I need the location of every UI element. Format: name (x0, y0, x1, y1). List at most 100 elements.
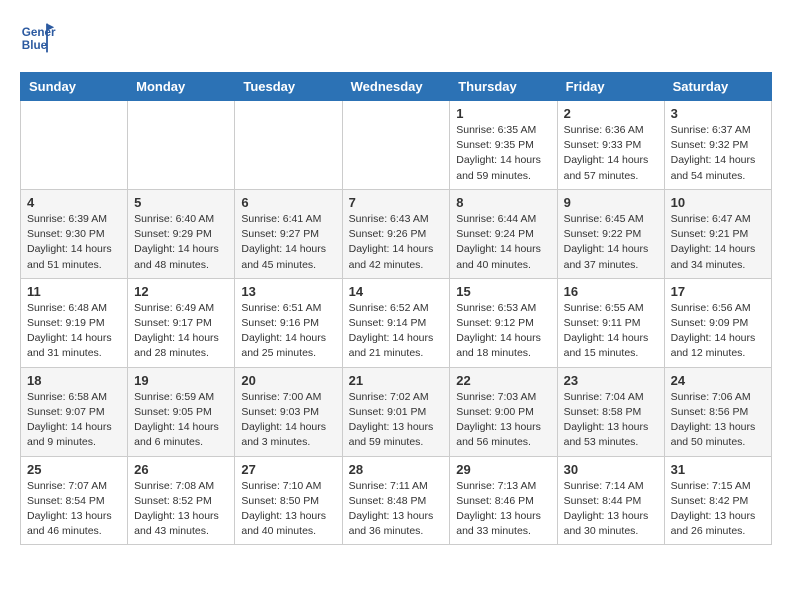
day-number: 18 (27, 373, 121, 388)
day-info: Sunrise: 6:47 AM Sunset: 9:21 PM Dayligh… (671, 212, 765, 273)
day-info: Sunrise: 6:48 AM Sunset: 9:19 PM Dayligh… (27, 301, 121, 362)
calendar-cell: 18 Sunrise: 6:58 AM Sunset: 9:07 PM Dayli… (21, 367, 128, 456)
day-number: 10 (671, 195, 765, 210)
day-info: Sunrise: 6:51 AM Sunset: 9:16 PM Dayligh… (241, 301, 335, 362)
day-number: 30 (564, 462, 658, 477)
day-info: Sunrise: 6:59 AM Sunset: 9:05 PM Dayligh… (134, 390, 228, 451)
weekday-header-thursday: Thursday (450, 73, 557, 101)
calendar-cell: 22 Sunrise: 7:03 AM Sunset: 9:00 PM Dayli… (450, 367, 557, 456)
day-info: Sunrise: 6:39 AM Sunset: 9:30 PM Dayligh… (27, 212, 121, 273)
day-number: 25 (27, 462, 121, 477)
day-info: Sunrise: 6:37 AM Sunset: 9:32 PM Dayligh… (671, 123, 765, 184)
day-number: 21 (349, 373, 444, 388)
calendar-cell: 15Sunrise: 6:53 AM Sunset: 9:12 PM Dayli… (450, 278, 557, 367)
calendar-cell: 27Sunrise: 7:10 AM Sunset: 8:50 PM Dayli… (235, 456, 342, 545)
day-number: 9 (564, 195, 658, 210)
calendar-cell: 11 Sunrise: 6:48 AM Sunset: 9:19 PM Dayli… (21, 278, 128, 367)
calendar-cell: 10 Sunrise: 6:47 AM Sunset: 9:21 PM Dayli… (664, 189, 771, 278)
calendar-cell: 30 Sunrise: 7:14 AM Sunset: 8:44 PM Dayli… (557, 456, 664, 545)
day-number: 23 (564, 373, 658, 388)
day-info: Sunrise: 7:04 AM Sunset: 8:58 PM Dayligh… (564, 390, 658, 451)
day-info: Sunrise: 6:41 AM Sunset: 9:27 PM Dayligh… (241, 212, 335, 273)
day-info: Sunrise: 7:02 AM Sunset: 9:01 PM Dayligh… (349, 390, 444, 451)
calendar-cell: 17 Sunrise: 6:56 AM Sunset: 9:09 PM Dayli… (664, 278, 771, 367)
calendar-cell: 20Sunrise: 7:00 AM Sunset: 9:03 PM Dayli… (235, 367, 342, 456)
day-number: 31 (671, 462, 765, 477)
day-number: 7 (349, 195, 444, 210)
day-number: 26 (134, 462, 228, 477)
calendar-cell: 23 Sunrise: 7:04 AM Sunset: 8:58 PM Dayli… (557, 367, 664, 456)
day-info: Sunrise: 6:36 AM Sunset: 9:33 PM Dayligh… (564, 123, 658, 184)
calendar-cell: 24 Sunrise: 7:06 AM Sunset: 8:56 PM Dayli… (664, 367, 771, 456)
day-info: Sunrise: 6:44 AM Sunset: 9:24 PM Dayligh… (456, 212, 550, 273)
calendar-cell (21, 101, 128, 190)
calendar-week-4: 18 Sunrise: 6:58 AM Sunset: 9:07 PM Dayli… (21, 367, 772, 456)
day-number: 3 (671, 106, 765, 121)
day-number: 12 (134, 284, 228, 299)
calendar-cell: 21 Sunrise: 7:02 AM Sunset: 9:01 PM Dayli… (342, 367, 450, 456)
day-number: 6 (241, 195, 335, 210)
day-number: 16 (564, 284, 658, 299)
day-number: 11 (27, 284, 121, 299)
calendar-week-1: 1Sunrise: 6:35 AM Sunset: 9:35 PM Daylig… (21, 101, 772, 190)
day-info: Sunrise: 6:52 AM Sunset: 9:14 PM Dayligh… (349, 301, 444, 362)
weekday-header-friday: Friday (557, 73, 664, 101)
calendar-cell: 9 Sunrise: 6:45 AM Sunset: 9:22 PM Daylig… (557, 189, 664, 278)
day-info: Sunrise: 6:40 AM Sunset: 9:29 PM Dayligh… (134, 212, 228, 273)
weekday-header-monday: Monday (128, 73, 235, 101)
day-number: 4 (27, 195, 121, 210)
calendar-cell: 12 Sunrise: 6:49 AM Sunset: 9:17 PM Dayli… (128, 278, 235, 367)
day-info: Sunrise: 6:56 AM Sunset: 9:09 PM Dayligh… (671, 301, 765, 362)
day-number: 2 (564, 106, 658, 121)
calendar-cell (128, 101, 235, 190)
calendar-cell: 25 Sunrise: 7:07 AM Sunset: 8:54 PM Dayli… (21, 456, 128, 545)
page-header: General Blue (20, 20, 772, 56)
day-number: 1 (456, 106, 550, 121)
calendar-cell: 7 Sunrise: 6:43 AM Sunset: 9:26 PM Daylig… (342, 189, 450, 278)
calendar-cell: 13Sunrise: 6:51 AM Sunset: 9:16 PM Dayli… (235, 278, 342, 367)
calendar-cell: 31 Sunrise: 7:15 AM Sunset: 8:42 PM Dayli… (664, 456, 771, 545)
logo-icon: General Blue (20, 20, 56, 56)
day-info: Sunrise: 7:07 AM Sunset: 8:54 PM Dayligh… (27, 479, 121, 540)
calendar-cell: 8 Sunrise: 6:44 AM Sunset: 9:24 PM Daylig… (450, 189, 557, 278)
calendar-header-row: SundayMondayTuesdayWednesdayThursdayFrid… (21, 73, 772, 101)
day-number: 8 (456, 195, 550, 210)
day-info: Sunrise: 6:49 AM Sunset: 9:17 PM Dayligh… (134, 301, 228, 362)
calendar-cell: 14 Sunrise: 6:52 AM Sunset: 9:14 PM Dayli… (342, 278, 450, 367)
calendar-cell: 4 Sunrise: 6:39 AM Sunset: 9:30 PM Daylig… (21, 189, 128, 278)
day-number: 29 (456, 462, 550, 477)
day-number: 22 (456, 373, 550, 388)
calendar-week-5: 25 Sunrise: 7:07 AM Sunset: 8:54 PM Dayli… (21, 456, 772, 545)
calendar-week-2: 4 Sunrise: 6:39 AM Sunset: 9:30 PM Daylig… (21, 189, 772, 278)
calendar-cell: 29 Sunrise: 7:13 AM Sunset: 8:46 PM Dayli… (450, 456, 557, 545)
calendar-cell: 3 Sunrise: 6:37 AM Sunset: 9:32 PM Daylig… (664, 101, 771, 190)
calendar-cell: 16 Sunrise: 6:55 AM Sunset: 9:11 PM Dayli… (557, 278, 664, 367)
day-number: 28 (349, 462, 444, 477)
day-info: Sunrise: 7:13 AM Sunset: 8:46 PM Dayligh… (456, 479, 550, 540)
day-info: Sunrise: 7:08 AM Sunset: 8:52 PM Dayligh… (134, 479, 228, 540)
calendar-cell (342, 101, 450, 190)
day-info: Sunrise: 7:14 AM Sunset: 8:44 PM Dayligh… (564, 479, 658, 540)
calendar-cell: 19Sunrise: 6:59 AM Sunset: 9:05 PM Dayli… (128, 367, 235, 456)
day-number: 17 (671, 284, 765, 299)
day-info: Sunrise: 6:58 AM Sunset: 9:07 PM Dayligh… (27, 390, 121, 451)
day-number: 14 (349, 284, 444, 299)
weekday-header-wednesday: Wednesday (342, 73, 450, 101)
day-info: Sunrise: 6:55 AM Sunset: 9:11 PM Dayligh… (564, 301, 658, 362)
calendar-cell: 1Sunrise: 6:35 AM Sunset: 9:35 PM Daylig… (450, 101, 557, 190)
weekday-header-saturday: Saturday (664, 73, 771, 101)
day-info: Sunrise: 7:03 AM Sunset: 9:00 PM Dayligh… (456, 390, 550, 451)
logo: General Blue (20, 20, 60, 56)
day-number: 24 (671, 373, 765, 388)
calendar-week-3: 11 Sunrise: 6:48 AM Sunset: 9:19 PM Dayli… (21, 278, 772, 367)
day-info: Sunrise: 7:00 AM Sunset: 9:03 PM Dayligh… (241, 390, 335, 451)
day-number: 15 (456, 284, 550, 299)
day-number: 27 (241, 462, 335, 477)
calendar-cell (235, 101, 342, 190)
svg-text:Blue: Blue (22, 39, 48, 52)
day-info: Sunrise: 6:45 AM Sunset: 9:22 PM Dayligh… (564, 212, 658, 273)
day-info: Sunrise: 7:15 AM Sunset: 8:42 PM Dayligh… (671, 479, 765, 540)
day-info: Sunrise: 6:43 AM Sunset: 9:26 PM Dayligh… (349, 212, 444, 273)
calendar-table: SundayMondayTuesdayWednesdayThursdayFrid… (20, 72, 772, 545)
day-info: Sunrise: 7:06 AM Sunset: 8:56 PM Dayligh… (671, 390, 765, 451)
